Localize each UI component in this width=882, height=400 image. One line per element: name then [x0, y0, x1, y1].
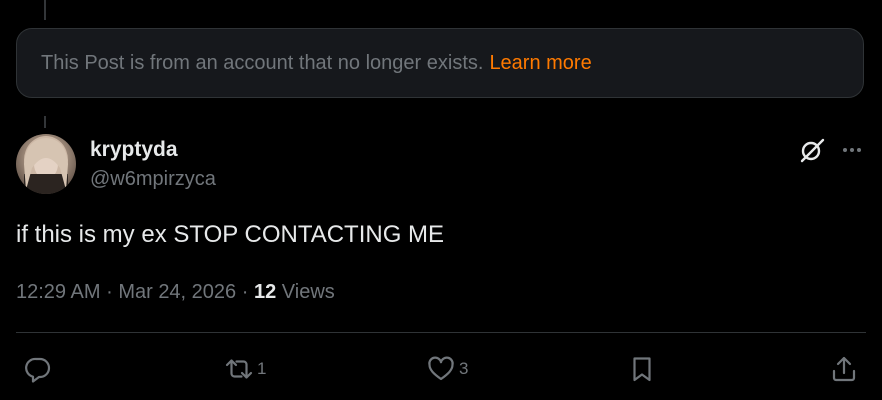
like-count: 3	[459, 359, 469, 378]
avatar-image	[24, 136, 68, 194]
like-button[interactable]: 3	[426, 354, 468, 384]
grok-icon[interactable]	[799, 137, 825, 163]
deleted-account-notice: This Post is from an account that no lon…	[16, 28, 864, 98]
heart-icon	[428, 356, 454, 381]
repost-count: 1	[257, 359, 267, 378]
views-count: 12	[253, 281, 277, 303]
meta-separator: ·	[106, 281, 113, 303]
avatar[interactable]	[16, 134, 76, 194]
learn-more-link[interactable]: Learn more	[489, 52, 591, 75]
views-label: Views	[281, 281, 335, 303]
thread-connector-bottom	[44, 116, 46, 128]
post-text: if this is my ex STOP CONTACTING ME	[16, 221, 445, 248]
author-display-name[interactable]: kryptyda	[90, 138, 178, 162]
bookmark-button[interactable]	[627, 354, 660, 384]
repost-button[interactable]: 1	[224, 354, 266, 384]
thread-connector-top	[44, 0, 46, 20]
post-date[interactable]: Mar 24, 2026	[118, 281, 236, 303]
post-meta: 12:29 AM · Mar 24, 2026 · 12 Views	[16, 281, 335, 304]
repost-icon	[225, 359, 253, 379]
share-button[interactable]	[829, 354, 862, 384]
author-handle[interactable]: @w6mpirzyca	[90, 168, 216, 191]
more-options-icon[interactable]	[838, 136, 866, 164]
post-time[interactable]: 12:29 AM	[16, 281, 101, 303]
reply-button[interactable]	[23, 354, 56, 384]
meta-separator: ·	[241, 281, 249, 303]
share-icon	[832, 356, 856, 382]
reply-icon	[25, 357, 51, 383]
notice-text: This Post is from an account that no lon…	[41, 51, 484, 74]
bookmark-icon	[633, 357, 651, 382]
divider	[16, 332, 866, 333]
